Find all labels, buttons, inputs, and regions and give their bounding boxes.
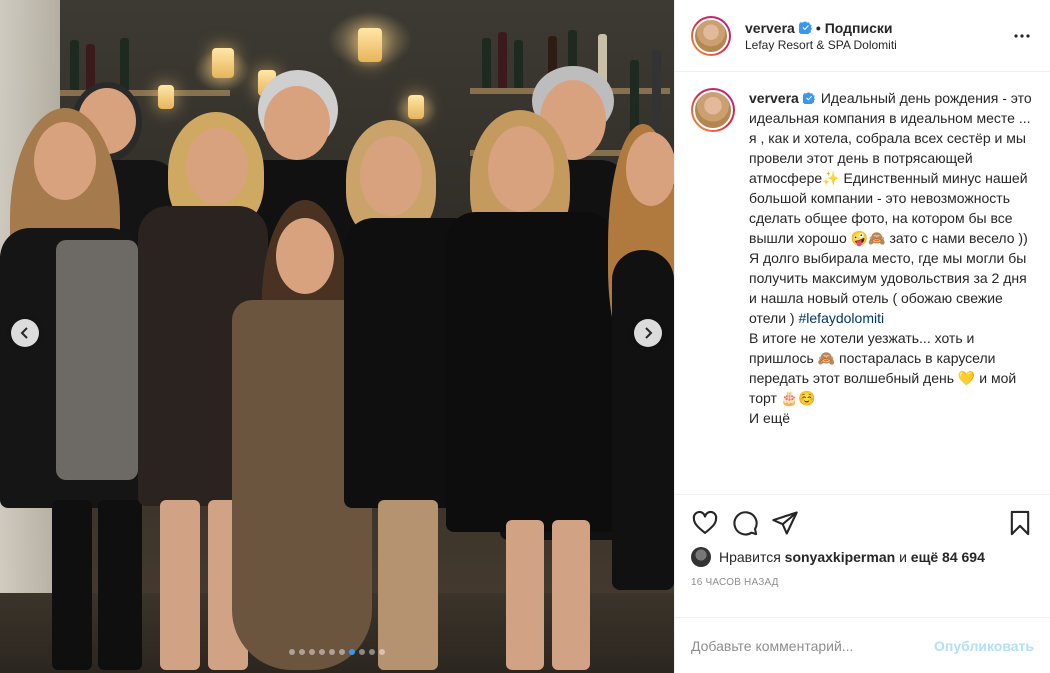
- caption-username[interactable]: ververa: [749, 90, 799, 106]
- caption-body-1: Идеальный день рождения - это идеальная …: [749, 90, 1036, 326]
- wine-bottle: [120, 38, 129, 90]
- hashtag-link[interactable]: #lefaydolomiti: [799, 310, 885, 326]
- carousel-dot: [369, 649, 375, 655]
- caption-text: ververa Идеальный день рождения - это иде…: [749, 88, 1034, 494]
- caption-avatar[interactable]: [691, 88, 735, 132]
- comment-form: Опубликовать: [675, 617, 1050, 673]
- avatar[interactable]: [691, 547, 711, 567]
- header-separator: •: [815, 19, 821, 36]
- heart-icon: [692, 510, 718, 534]
- pendant-lamp: [212, 48, 234, 78]
- instagram-post: ververa • Подписки Lefay Resort & SPA Do…: [0, 0, 1050, 673]
- header-username[interactable]: ververa: [745, 20, 795, 36]
- like-button[interactable]: [691, 503, 731, 543]
- more-horizontal-icon: [1014, 33, 1030, 38]
- follow-button[interactable]: Подписки: [825, 20, 893, 36]
- wine-bottle: [514, 40, 523, 88]
- comment-input[interactable]: [691, 637, 935, 654]
- carousel-dot: [319, 649, 325, 655]
- carousel-indicator: [0, 649, 674, 655]
- chevron-left-icon: [20, 327, 28, 339]
- carousel-dot: [329, 649, 335, 655]
- post-sidebar: ververa • Подписки Lefay Resort & SPA Do…: [674, 0, 1050, 673]
- carousel-dot: [309, 649, 315, 655]
- share-icon: [772, 511, 798, 535]
- likes-and: и: [899, 549, 907, 565]
- comment-button[interactable]: [731, 503, 771, 543]
- carousel-prev-button[interactable]: [11, 319, 39, 347]
- wine-bottle: [482, 38, 491, 88]
- carousel-dot: [379, 649, 385, 655]
- post-header: ververa • Подписки Lefay Resort & SPA Do…: [675, 0, 1050, 72]
- chevron-right-icon: [645, 327, 653, 339]
- post-photo: [0, 0, 674, 673]
- liker-username[interactable]: sonyaxkiperman: [785, 549, 896, 565]
- more-options-button[interactable]: [1010, 24, 1034, 48]
- pendant-lamp: [408, 95, 424, 119]
- carousel-dot: [339, 649, 345, 655]
- carousel-next-button[interactable]: [634, 319, 662, 347]
- caption-body-2: В итоге не хотели уезжать... хоть и приш…: [749, 330, 1017, 426]
- wine-bottle: [498, 32, 507, 88]
- comment-icon: [733, 511, 758, 536]
- save-button[interactable]: [994, 503, 1034, 543]
- publish-button[interactable]: Опубликовать: [934, 638, 1034, 654]
- likes-summary: Нравится sonyaxkiperman и ещё 84 694: [691, 547, 1034, 567]
- wine-bottle: [70, 40, 79, 90]
- bookmark-icon: [1010, 510, 1030, 536]
- location-link[interactable]: Lefay Resort & SPA Dolomiti: [745, 38, 1010, 52]
- actions-section: Нравится sonyaxkiperman и ещё 84 694 16 …: [675, 494, 1050, 617]
- wine-bottle: [86, 44, 95, 90]
- carousel-dot: [289, 649, 295, 655]
- verified-badge-icon: [798, 21, 812, 34]
- avatar[interactable]: [691, 15, 731, 56]
- caption-area: ververa Идеальный день рождения - это иде…: [675, 72, 1050, 494]
- carousel-dot: [349, 649, 355, 655]
- post-timestamp[interactable]: 16 часов назад: [691, 577, 1034, 588]
- verified-badge-icon: [799, 90, 821, 106]
- pendant-lamp: [358, 28, 382, 62]
- likes-prefix: Нравится: [719, 549, 781, 565]
- action-bar: [691, 503, 1034, 543]
- pendant-lamp: [158, 85, 174, 109]
- share-button[interactable]: [771, 503, 811, 543]
- likes-count[interactable]: ещё 84 694: [911, 549, 985, 565]
- carousel-dot: [359, 649, 365, 655]
- carousel-dot: [299, 649, 305, 655]
